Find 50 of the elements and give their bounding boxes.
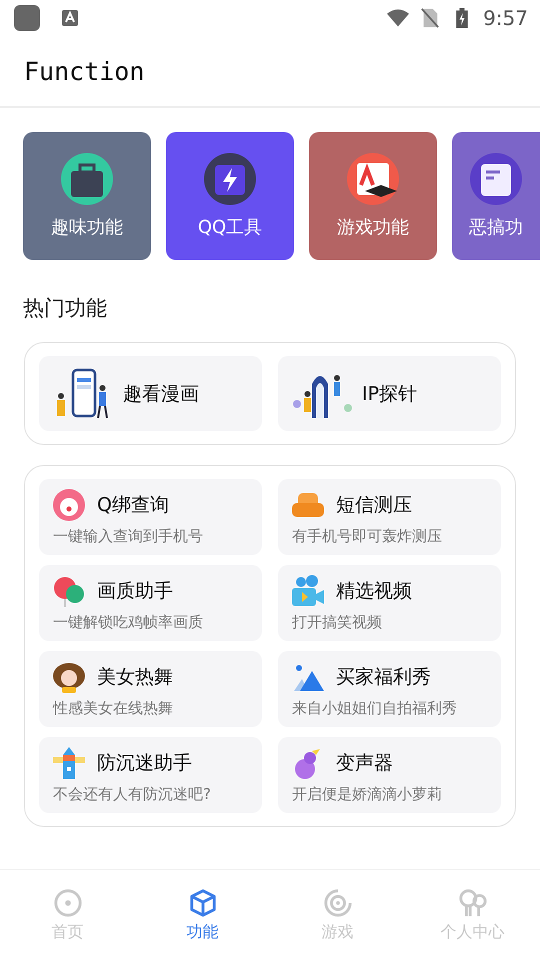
nav-tab[interactable]: 功能	[135, 870, 270, 960]
feature-description: 不会还有人有防沉迷吧?	[53, 785, 212, 804]
people-icon	[458, 888, 488, 918]
feature-card[interactable]: 防沉迷助手 不会还有人有防沉迷吧?	[39, 737, 262, 813]
clock-time: 9:57	[483, 6, 528, 30]
page-title: Function	[24, 56, 144, 86]
feature-title: 防沉迷助手	[97, 751, 192, 776]
girl-avatar-icon	[53, 661, 85, 693]
feature-description: 一键解锁吃鸡帧率画质	[53, 613, 204, 632]
feature-title: Q绑查询	[97, 493, 169, 518]
spiral-icon	[322, 888, 352, 918]
feature-title: 买家福利秀	[336, 665, 431, 690]
grade-cap-icon	[347, 153, 399, 205]
feature-title: 精选视频	[336, 579, 412, 604]
wifi-icon	[387, 8, 410, 28]
feature-card[interactable]: IP探针	[278, 356, 501, 431]
cube-icon	[188, 888, 218, 918]
feature-description: 有手机号即可轰炸测压	[292, 527, 443, 546]
feature-title: 短信测压	[336, 493, 412, 518]
no-sim-icon	[419, 8, 442, 28]
feature-card[interactable]: 趣看漫画	[39, 356, 262, 431]
feature-title: 美女热舞	[97, 665, 173, 690]
feature-title: 画质助手	[97, 579, 173, 604]
app-icon	[14, 5, 40, 31]
feature-card[interactable]: 变声器 开启便是娇滴滴小萝莉	[278, 737, 501, 813]
feature-description: 一键输入查询到手机号	[53, 527, 204, 546]
lightning-icon	[204, 153, 256, 205]
target-icon	[52, 888, 82, 918]
note-icon	[470, 153, 522, 205]
feature-description: 性感美女在线热舞	[53, 699, 174, 718]
feature-card[interactable]: 画质助手 一键解锁吃鸡帧率画质	[39, 565, 262, 641]
feature-card[interactable]: 精选视频 打开搞笑视频	[278, 565, 501, 641]
feature-card[interactable]: 美女热舞 性感美女在线热舞	[39, 651, 262, 727]
feature-description: 来自小姐姐们自拍福利秀	[292, 699, 458, 718]
balloon-icon	[53, 575, 85, 607]
video-camera-icon	[292, 575, 324, 607]
feature-description: 开启便是娇滴滴小萝莉	[292, 785, 443, 804]
category-card[interactable]: 恶搞功	[452, 132, 540, 260]
category-card[interactable]: 游戏功能	[309, 132, 437, 260]
briefcase-icon	[61, 153, 113, 205]
category-card[interactable]: QQ工具	[166, 132, 294, 260]
category-card[interactable]: 趣味功能	[23, 132, 151, 260]
feature-description: 打开搞笑视频	[292, 613, 383, 632]
keyboard-icon	[62, 10, 78, 26]
feature-card[interactable]: Q绑查询 一键输入查询到手机号	[39, 479, 262, 555]
feature-title: 变声器	[336, 751, 393, 776]
section-title: 热门功能	[23, 295, 108, 322]
lighthouse-icon	[53, 747, 85, 779]
feature-card[interactable]: 买家福利秀 来自小姐姐们自拍福利秀	[278, 651, 501, 727]
feature-card[interactable]: 短信测压 有手机号即可轰炸测压	[278, 479, 501, 555]
